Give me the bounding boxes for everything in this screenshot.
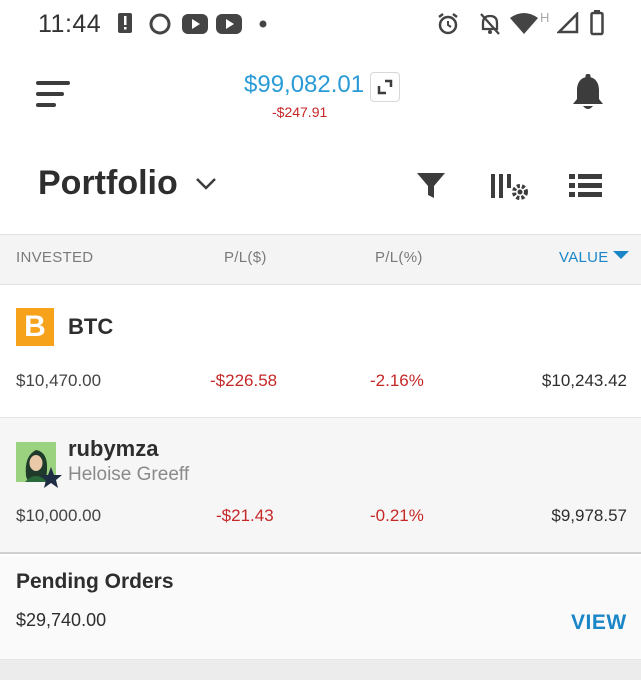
alert-icon [118, 13, 132, 33]
pl-usd-value: -$21.43 [216, 506, 274, 525]
expand-button[interactable] [370, 72, 400, 102]
youtube-icon [216, 14, 242, 34]
dot-icon [259, 20, 267, 28]
invested-value: $10,470.00 [16, 371, 102, 390]
portfolio-title-row: Portfolio [0, 160, 641, 216]
menu-icon-line [36, 103, 56, 107]
list-icon [569, 174, 602, 197]
notifications-off-icon [480, 13, 500, 35]
table-row[interactable]: rubymza Heloise Greeff $10,000.00 -$21.4… [0, 418, 641, 554]
pending-orders-section: Pending Orders $29,740.00 VIEW [0, 556, 641, 660]
expand-icon [377, 79, 393, 95]
column-settings-button[interactable] [489, 170, 533, 204]
pl-pct-value: -2.16% [370, 371, 424, 390]
position-value: $9,978.57 [551, 506, 627, 525]
youtube-icon [182, 14, 208, 34]
alarm-icon [438, 13, 458, 35]
trader-username: rubymza [68, 436, 159, 461]
notifications-button[interactable] [570, 74, 606, 112]
page-title[interactable]: Portfolio [38, 164, 178, 203]
status-bar: 11:44 H [0, 0, 641, 48]
column-header-invested[interactable]: INVESTED [16, 249, 93, 266]
bell-icon [573, 74, 603, 109]
signal-icon [557, 12, 579, 34]
equity-value[interactable]: $99,082.01 [244, 71, 364, 99]
column-header-pl-pct[interactable]: P/L(%) [375, 249, 423, 266]
app-header: $99,082.01 -$247.91 [0, 60, 641, 130]
sort-desc-icon [612, 251, 629, 259]
wifi-icon [510, 13, 538, 34]
filter-button[interactable] [414, 170, 448, 202]
position-value: $10,243.42 [541, 371, 627, 390]
table-row[interactable]: B BTC $10,470.00 -$226.58 -2.16% $10,243… [0, 286, 641, 418]
pending-orders-title: Pending Orders [16, 570, 174, 593]
trader-fullname: Heloise Greeff [68, 464, 190, 485]
chevron-down-icon[interactable] [194, 174, 218, 194]
battery-icon [590, 10, 604, 36]
invested-value: $10,000.00 [16, 506, 102, 525]
menu-button[interactable] [36, 80, 72, 108]
menu-icon-line [36, 81, 70, 85]
status-time: 11:44 [38, 10, 102, 38]
bitcoin-glyph: B [24, 310, 46, 343]
list-view-button[interactable] [567, 170, 605, 202]
circle-app-icon [149, 13, 171, 35]
column-header-pl-usd[interactable]: P/L($) [224, 249, 267, 266]
filter-icon [417, 173, 445, 198]
bitcoin-icon: B [16, 308, 54, 346]
column-settings-icon [491, 174, 528, 200]
network-type-icon: H [540, 10, 550, 25]
column-header-value-label: VALUE [559, 249, 609, 266]
trader-avatar [16, 442, 62, 488]
menu-icon-line [36, 92, 64, 96]
pl-usd-value: -$226.58 [210, 371, 278, 390]
view-pending-orders-button[interactable]: VIEW [571, 611, 627, 635]
column-header-value[interactable]: VALUE [559, 249, 629, 266]
asset-name: BTC [68, 314, 114, 339]
pending-orders-amount: $29,740.00 [16, 610, 107, 630]
bottom-divider [0, 660, 641, 680]
pl-pct-value: -0.21% [370, 506, 424, 525]
table-header: INVESTED P/L($) P/L(%) VALUE [0, 234, 641, 285]
equity-change: -$247.91 [272, 104, 328, 120]
